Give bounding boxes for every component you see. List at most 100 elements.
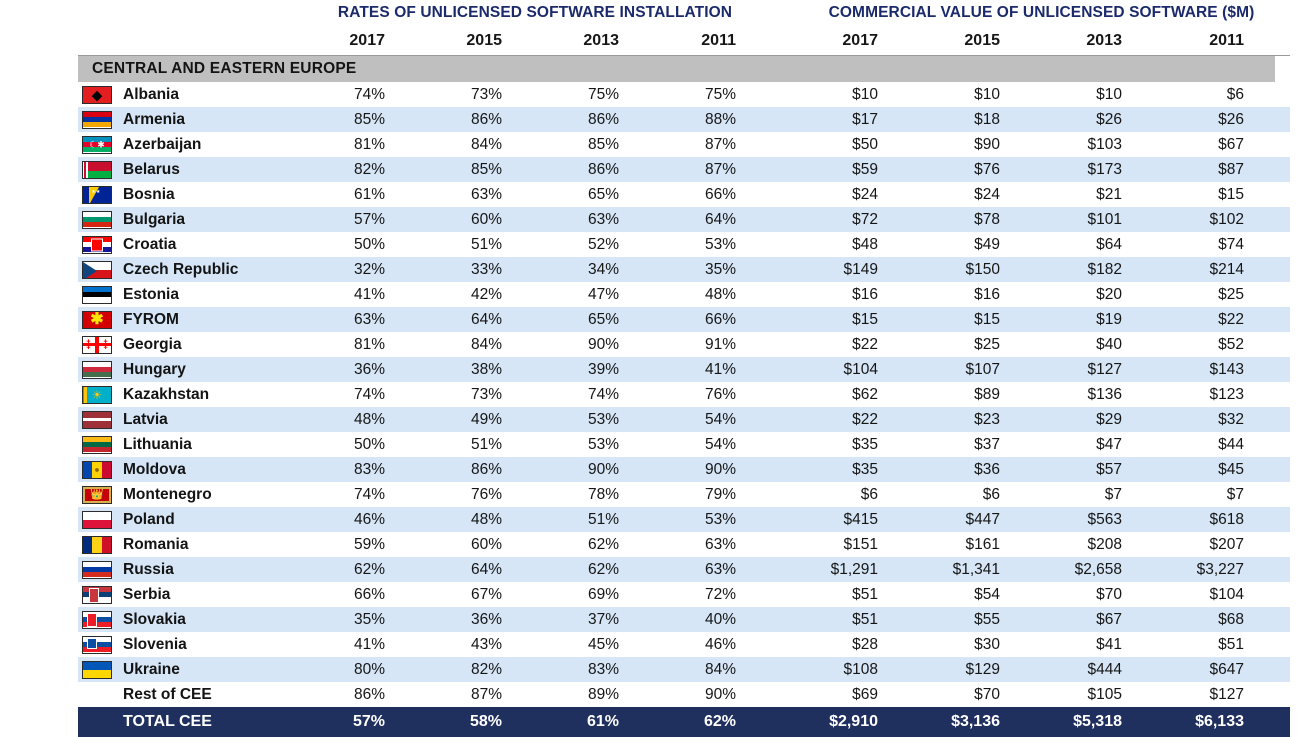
country-name: Estonia (123, 285, 179, 303)
cell-rate-2013: 34% (587, 260, 619, 278)
cell-value-2015: $10 (974, 85, 1000, 103)
cell-value-2011: $52 (1218, 335, 1244, 353)
cell-value-2011: $647 (1209, 660, 1244, 678)
cell-rate-2013: 65% (587, 310, 619, 328)
cell-value-2013: $127 (1087, 360, 1122, 378)
flag-croatia-icon (82, 235, 112, 254)
table-row[interactable]: Rest of CEE 86% 87% 89% 90% $69 $70 $105 $127 (78, 682, 1290, 707)
country-name: Croatia (123, 235, 177, 253)
cell-rate-2015: 51% (470, 435, 502, 453)
cell-value-2017: $51 (852, 610, 878, 628)
table-row[interactable]: Slovakia 35% 36% 37% 40% $51 $55 $67 $68 (78, 607, 1290, 632)
cell-value-2013: $19 (1096, 310, 1122, 328)
table-row[interactable]: Armenia 85% 86% 86% 88% $17 $18 $26 $26 (78, 107, 1290, 132)
cell-value-2013: $7 (1104, 485, 1122, 503)
country-name: Lithuania (123, 435, 192, 453)
table-row[interactable]: Hungary 36% 38% 39% 41% $104 $107 $127 $143 (78, 357, 1290, 382)
table-row[interactable]: Latvia 48% 49% 53% 54% $22 $23 $29 $32 (78, 407, 1290, 432)
cell-rate-2017: 59% (353, 535, 385, 553)
table-row[interactable]: 👑 Montenegro 74% 76% 78% 79% $6 $6 $7 $7 (78, 482, 1290, 507)
cell-rate-2017: 50% (353, 435, 385, 453)
cell-value-2011: $45 (1218, 460, 1244, 478)
country-cell: Russia (78, 560, 300, 579)
country-cell: ☀ Kazakhstan (78, 385, 300, 404)
cell-rate-2015: 86% (470, 460, 502, 478)
table-row[interactable]: Russia 62% 64% 62% 63% $1,291 $1,341 $2,658 $3,2… (78, 557, 1290, 582)
table-row[interactable]: Belarus 82% 85% 86% 87% $59 $76 $173 $87 (78, 157, 1290, 182)
table-row[interactable]: ✱ FYROM 63% 64% 65% 66% $15 $15 $19 $22 (78, 307, 1290, 332)
table-row[interactable]: Bulgaria 57% 60% 63% 64% $72 $78 $101 $102 (78, 207, 1290, 232)
table-row[interactable]: Lithuania 50% 51% 53% 54% $35 $37 $47 $44 (78, 432, 1290, 457)
country-name: Russia (123, 560, 174, 578)
flag-romania-icon (82, 535, 112, 554)
cell-rate-2015: 63% (470, 185, 502, 203)
cell-value-2017: $28 (852, 635, 878, 653)
total-rate-2017: 57% (352, 713, 385, 730)
cell-value-2011: $74 (1218, 235, 1244, 253)
table-row[interactable]: ☾✱ Azerbaijan 81% 84% 85% 87% $50 $90 $103 $67 (78, 132, 1290, 157)
cell-rate-2013: 78% (587, 485, 619, 503)
country-name: Kazakhstan (123, 385, 210, 403)
cell-rate-2011: 76% (704, 385, 736, 403)
table-row[interactable]: ☀ Kazakhstan 74% 73% 74% 76% $62 $89 $136 $123 (78, 382, 1290, 407)
cell-rate-2013: 86% (587, 160, 619, 178)
table-row[interactable]: ✚ ✚ ✚ ✚ Georgia 81% 84% 90% 91% $22 $25 $40 $52 (78, 332, 1290, 357)
cell-value-2011: $127 (1209, 685, 1244, 703)
cell-value-2015: $90 (974, 135, 1000, 153)
table-row[interactable]: ◆ Albania 74% 73% 75% 75% $10 $10 $10 $6 (78, 82, 1290, 107)
flag-lithuania-icon (82, 435, 112, 454)
cell-rate-2011: 35% (704, 260, 736, 278)
table-row[interactable]: Estonia 41% 42% 47% 48% $16 $16 $20 $25 (78, 282, 1290, 307)
country-name: Azerbaijan (123, 135, 202, 153)
cell-value-2015: $37 (974, 435, 1000, 453)
table-row[interactable]: ★★ Bosnia 61% 63% 65% 66% $24 $24 $21 $15 (78, 182, 1290, 207)
cell-rate-2015: 73% (470, 85, 502, 103)
country-cell: Romania (78, 535, 300, 554)
cell-rate-2015: 38% (470, 360, 502, 378)
cell-rate-2017: 81% (353, 335, 385, 353)
cell-value-2011: $15 (1218, 185, 1244, 203)
cell-value-2017: $6 (860, 485, 878, 503)
cell-rate-2011: 90% (704, 460, 736, 478)
cell-value-2015: $25 (974, 335, 1000, 353)
table-row[interactable]: Romania 59% 60% 62% 63% $151 $161 $208 $207 (78, 532, 1290, 557)
table-row[interactable]: Poland 46% 48% 51% 53% $415 $447 $563 $618 (78, 507, 1290, 532)
cell-value-2017: $51 (852, 585, 878, 603)
cell-value-2015: $76 (974, 160, 1000, 178)
cell-rate-2015: 76% (470, 485, 502, 503)
group-title-value: COMMERCIAL VALUE OF UNLICENSED SOFTWARE … (828, 4, 1255, 21)
table-row[interactable]: Czech Republic 32% 33% 34% 35% $149 $150 $182 $2… (78, 257, 1290, 282)
cell-value-2011: $44 (1218, 435, 1244, 453)
group-title-rates: RATES OF UNLICENSED SOFTWARE INSTALLATIO… (337, 4, 733, 21)
cell-value-2011: $22 (1218, 310, 1244, 328)
cell-rate-2017: 50% (353, 235, 385, 253)
cell-value-2013: $563 (1087, 510, 1122, 528)
cell-value-2017: $1,291 (830, 560, 878, 578)
cell-rate-2013: 63% (587, 210, 619, 228)
cell-rate-2011: 90% (704, 685, 736, 703)
country-name: FYROM (123, 310, 179, 328)
cell-value-2011: $68 (1218, 610, 1244, 628)
table-row[interactable]: Serbia 66% 67% 69% 72% $51 $54 $70 $104 (78, 582, 1290, 607)
cell-rate-2013: 53% (587, 410, 619, 428)
cell-value-2013: $105 (1087, 685, 1122, 703)
cell-value-2011: $32 (1218, 410, 1244, 428)
table-row[interactable]: Ukraine 80% 82% 83% 84% $108 $129 $444 $647 (78, 657, 1290, 682)
cell-value-2011: $67 (1218, 135, 1244, 153)
table-row[interactable]: Croatia 50% 51% 52% 53% $48 $49 $64 $74 (78, 232, 1290, 257)
total-rate-2015: 58% (469, 713, 502, 730)
section-title: CENTRAL AND EASTERN EUROPE (92, 60, 357, 77)
cell-rate-2013: 62% (587, 560, 619, 578)
cell-value-2011: $104 (1209, 585, 1244, 603)
cell-rate-2017: 83% (353, 460, 385, 478)
cell-rate-2015: 64% (470, 310, 502, 328)
cell-value-2011: $123 (1209, 385, 1244, 403)
cell-rate-2013: 86% (587, 110, 619, 128)
table-row[interactable]: ● Moldova 83% 86% 90% 90% $35 $36 $57 $45 (78, 457, 1290, 482)
cell-value-2015: $107 (965, 360, 1000, 378)
table-row[interactable]: Slovenia 41% 43% 45% 46% $28 $30 $41 $51 (78, 632, 1290, 657)
cell-value-2013: $182 (1087, 260, 1122, 278)
cell-rate-2011: 54% (704, 410, 736, 428)
cell-rate-2013: 62% (587, 535, 619, 553)
cell-value-2011: $143 (1209, 360, 1244, 378)
